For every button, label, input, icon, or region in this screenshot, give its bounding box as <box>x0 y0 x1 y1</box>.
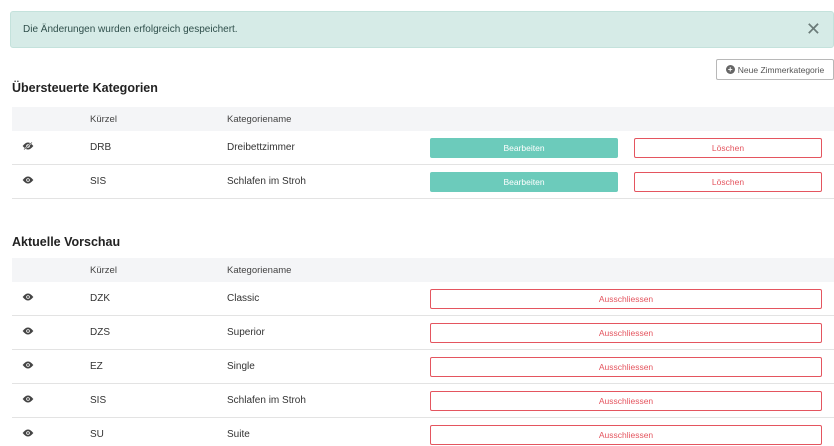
overridden-categories-table: Kürzel Kategoriename DRB Dreibettzimmer Be… <box>12 107 834 199</box>
table-row: EZ Single Ausschliessen <box>12 350 834 384</box>
table-row: SIS Schlafen im Stroh Bearbeiten Löschen <box>12 165 834 199</box>
exclude-button[interactable]: Ausschliessen <box>430 356 822 377</box>
column-header-short: Kürzel <box>90 264 117 276</box>
column-header-short: Kürzel <box>90 113 117 125</box>
table-row: DRB Dreibettzimmer Bearbeiten Löschen <box>12 131 834 165</box>
exclude-button[interactable]: Ausschliessen <box>430 288 822 309</box>
success-alert: Die Änderungen wurden erfolgreich gespei… <box>10 11 834 48</box>
new-room-category-button[interactable]: + Neue Zimmerkategorie <box>716 59 834 80</box>
category-short: DZK <box>90 293 110 304</box>
overridden-categories-title: Übersteuerte Kategorien <box>12 81 158 95</box>
current-preview-title: Aktuelle Vorschau <box>12 235 121 249</box>
edit-button[interactable]: Bearbeiten <box>430 137 618 158</box>
exclude-button[interactable]: Ausschliessen <box>430 390 822 411</box>
delete-button[interactable]: Löschen <box>634 171 822 192</box>
exclude-button[interactable]: Ausschliessen <box>430 424 822 445</box>
eye-icon[interactable] <box>22 176 34 187</box>
category-name: Single <box>227 361 255 372</box>
plus-circle-icon: + <box>725 65 735 74</box>
category-short: SU <box>90 429 104 440</box>
category-short: SIS <box>90 176 107 187</box>
category-name: Superior <box>227 327 265 338</box>
category-short: SIS <box>90 395 107 406</box>
close-icon[interactable]: ✕ <box>806 19 821 39</box>
table-row: SU Suite Ausschliessen <box>12 418 834 446</box>
exclude-button[interactable]: Ausschliessen <box>430 322 822 343</box>
eye-icon[interactable] <box>22 327 34 338</box>
edit-button[interactable]: Bearbeiten <box>430 171 618 192</box>
table-row: SIS Schlafen im Stroh Ausschliessen <box>12 384 834 418</box>
column-header-name: Kategoriename <box>227 264 292 276</box>
table-row: DZS Superior Ausschliessen <box>12 316 834 350</box>
column-header-name: Kategoriename <box>227 113 292 125</box>
category-short: DZS <box>90 327 110 338</box>
eye-icon[interactable] <box>22 395 34 406</box>
eye-icon[interactable] <box>22 293 34 304</box>
category-name: Dreibettzimmer <box>227 142 295 153</box>
category-name: Classic <box>227 293 260 304</box>
table-header: Kürzel Kategoriename <box>12 107 834 131</box>
delete-button[interactable]: Löschen <box>634 137 822 158</box>
table-header: Kürzel Kategoriename <box>12 258 834 282</box>
eye-icon[interactable] <box>22 361 34 372</box>
category-short: EZ <box>90 361 103 372</box>
current-preview-table: Kürzel Kategoriename DZK Classic Ausschlie… <box>12 258 834 446</box>
eye-icon[interactable] <box>22 429 34 440</box>
eye-slash-icon[interactable] <box>22 141 34 153</box>
new-room-category-label: Neue Zimmerkategorie <box>737 64 825 75</box>
category-name: Schlafen im Stroh <box>227 395 306 406</box>
category-short: DRB <box>90 142 112 153</box>
alert-message: Die Änderungen wurden erfolgreich gespei… <box>23 24 238 35</box>
table-row: DZK Classic Ausschliessen <box>12 282 834 316</box>
category-name: Suite <box>227 429 250 440</box>
category-name: Schlafen im Stroh <box>227 176 306 187</box>
